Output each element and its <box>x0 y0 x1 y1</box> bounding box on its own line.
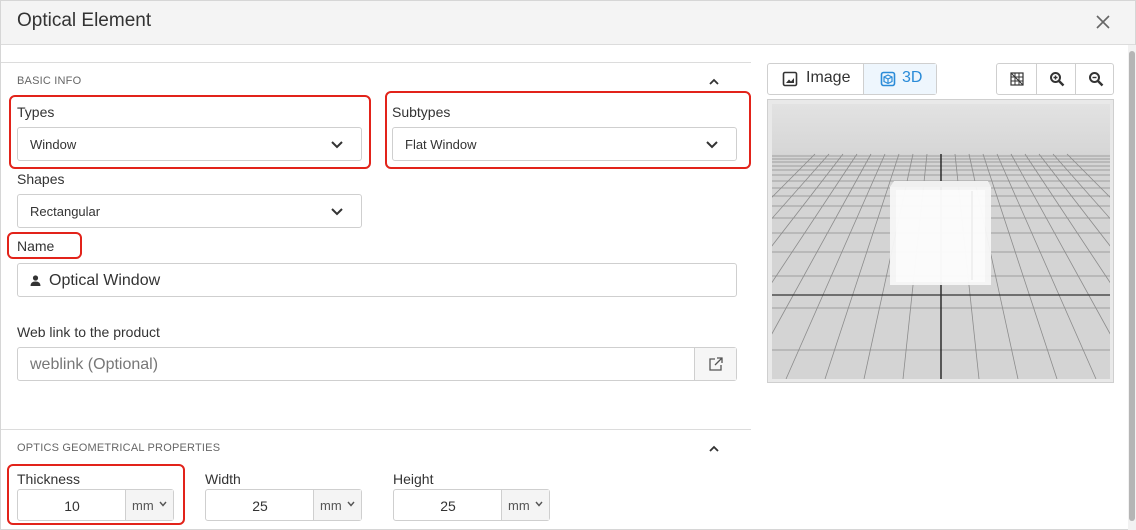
width-unit-select[interactable]: mm <box>313 490 361 520</box>
weblink-input[interactable]: weblink (Optional) <box>17 347 737 381</box>
image-icon <box>782 71 798 87</box>
height-label: Height <box>393 471 434 487</box>
section-divider <box>1 62 751 63</box>
external-link-icon <box>709 357 723 371</box>
height-unit-select[interactable]: mm <box>501 490 549 520</box>
close-button[interactable] <box>1091 10 1115 34</box>
collapse-geometry-icon[interactable] <box>707 442 721 456</box>
zoom-in-button[interactable] <box>1036 64 1075 94</box>
name-value: Optical Window <box>49 272 161 289</box>
chevron-down-icon <box>331 141 343 149</box>
section-divider <box>1 429 751 430</box>
width-value: 25 <box>252 498 268 514</box>
shapes-select[interactable]: Rectangular <box>17 194 362 228</box>
shapes-value: Rectangular <box>30 204 101 219</box>
3d-view-button[interactable]: 3D <box>864 64 936 94</box>
scrollbar[interactable] <box>1128 45 1136 530</box>
subtypes-select[interactable]: Flat Window <box>392 127 737 161</box>
thickness-unit: mm <box>132 498 154 513</box>
cube-icon <box>880 71 896 87</box>
height-input[interactable]: 25 mm <box>393 489 550 521</box>
height-unit: mm <box>508 498 530 513</box>
thickness-unit-select[interactable]: mm <box>125 490 173 520</box>
width-input[interactable]: 25 mm <box>205 489 362 521</box>
chevron-down-icon <box>347 501 355 507</box>
zoom-out-button[interactable] <box>1075 64 1114 94</box>
3d-viewport[interactable] <box>767 99 1114 383</box>
chevron-down-icon <box>535 501 543 507</box>
shapes-label: Shapes <box>17 171 65 187</box>
window-element-3d <box>890 181 991 285</box>
viewer-tools <box>996 63 1114 95</box>
view-toggle: Image 3D <box>767 63 937 95</box>
height-value: 25 <box>440 498 456 514</box>
thickness-value: 10 <box>64 498 80 514</box>
zoom-in-icon <box>1050 72 1065 87</box>
user-icon <box>30 275 41 286</box>
open-link-button[interactable] <box>694 348 736 380</box>
name-label: Name <box>17 238 55 254</box>
close-icon <box>1096 15 1110 29</box>
basic-info-title: BASIC INFO <box>17 75 82 87</box>
chevron-down-icon <box>706 141 718 149</box>
optical-element-dialog: Optical Element BASIC INFO Types Window … <box>0 0 1136 530</box>
types-label: Types <box>17 104 55 120</box>
collapse-basic-info-icon[interactable] <box>707 75 721 89</box>
grid-toggle-button[interactable] <box>997 64 1036 94</box>
dialog-title: Optical Element <box>17 10 152 31</box>
scroll-thumb[interactable] <box>1129 51 1135 521</box>
chevron-down-icon <box>159 501 167 507</box>
3d-view-label: 3D <box>902 69 923 86</box>
weblink-placeholder: weblink (Optional) <box>30 356 159 373</box>
image-view-button[interactable]: Image <box>768 64 864 94</box>
thickness-input[interactable]: 10 mm <box>17 489 174 521</box>
subtypes-value: Flat Window <box>405 137 477 152</box>
dialog-header: Optical Element <box>1 1 1135 45</box>
width-label: Width <box>205 471 241 487</box>
types-select[interactable]: Window <box>17 127 362 161</box>
zoom-out-icon <box>1089 72 1104 87</box>
weblink-label: Web link to the product <box>17 324 160 340</box>
thickness-label: Thickness <box>17 471 81 487</box>
width-unit: mm <box>320 498 342 513</box>
chevron-down-icon <box>331 208 343 216</box>
image-view-label: Image <box>806 69 851 86</box>
geometry-title: OPTICS GEOMETRICAL PROPERTIES <box>17 442 221 454</box>
subtypes-label: Subtypes <box>392 104 451 120</box>
name-input[interactable]: Optical Window <box>17 263 737 297</box>
3d-scene <box>772 104 1110 379</box>
grid-icon <box>1010 72 1024 86</box>
types-value: Window <box>30 137 77 152</box>
